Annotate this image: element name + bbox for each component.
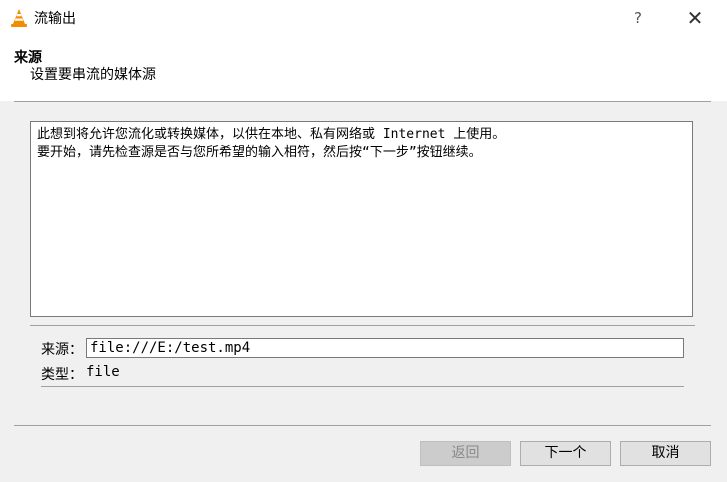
- section-divider: [30, 325, 695, 326]
- cancel-button[interactable]: 取消: [620, 441, 711, 466]
- type-label: 类型：: [41, 367, 83, 383]
- source-label: 来源：: [41, 342, 83, 358]
- type-divider: [41, 386, 684, 387]
- header-divider: [14, 101, 711, 102]
- window-title: 流输出: [34, 11, 76, 27]
- title-bar: 流输出 ? ✕: [0, 0, 727, 36]
- back-button[interactable]: 返回: [420, 441, 511, 466]
- next-button[interactable]: 下一个: [520, 441, 611, 466]
- source-input[interactable]: [86, 338, 684, 358]
- description-line-1: 此想到将允许您流化或转换媒体，以供在本地、私有网络或 Internet 上使用。: [37, 127, 506, 142]
- help-button[interactable]: ?: [626, 6, 650, 30]
- footer-divider: [14, 425, 711, 426]
- description-line-2: 要开始，请先检查源是否与您所希望的输入相符，然后按“下一步”按钮继续。: [37, 145, 482, 160]
- close-button[interactable]: ✕: [682, 6, 708, 30]
- vlc-cone-icon: [10, 8, 28, 28]
- page-subtitle: 设置要串流的媒体源: [30, 67, 156, 83]
- description-textbox[interactable]: 此想到将允许您流化或转换媒体，以供在本地、私有网络或 Internet 上使用。…: [30, 121, 693, 317]
- type-value: file: [86, 364, 120, 380]
